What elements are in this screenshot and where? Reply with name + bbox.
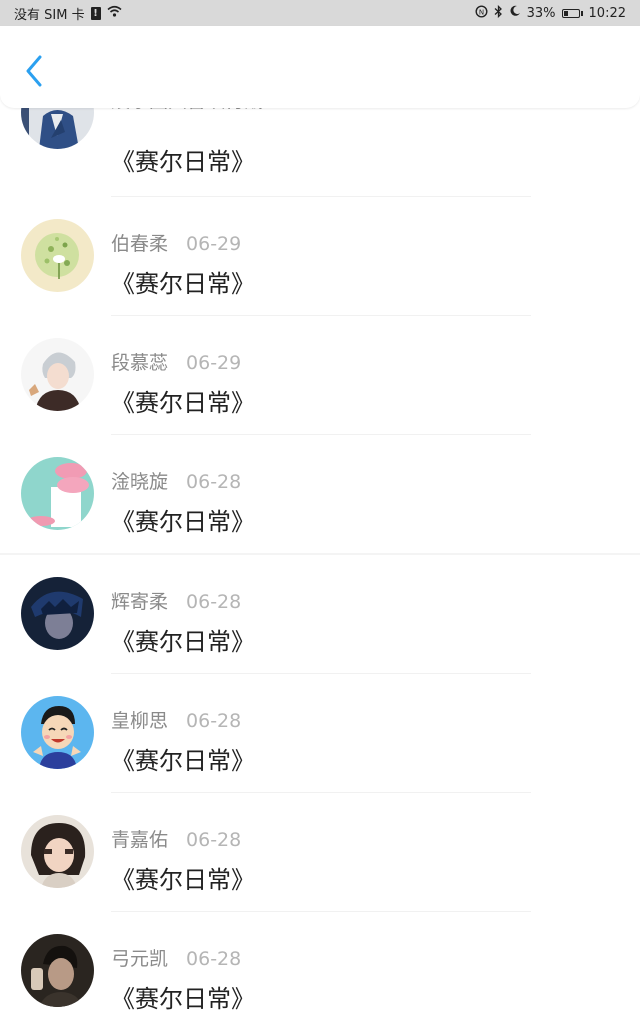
avatar[interactable] [21, 577, 94, 651]
back-button[interactable] [14, 50, 54, 96]
top-nav-bar [0, 26, 640, 108]
post-date: 06-28 [186, 470, 242, 493]
post-title[interactable]: 《赛尔日常》 [111, 142, 255, 177]
list-section: 娱乐圈只喜欢肖战 07-01 《赛尔日常》 [0, 80, 640, 554]
item-header: 辉寄柔 06-28 [111, 587, 241, 614]
post-date: 06-28 [186, 828, 242, 851]
post-title[interactable]: 《赛尔日常》 [111, 383, 255, 418]
avatar[interactable] [21, 933, 94, 1007]
chevron-left-icon [25, 55, 43, 91]
svg-text:N: N [479, 8, 484, 16]
post-date: 06-29 [186, 233, 242, 255]
data-saver-icon: N [475, 4, 488, 22]
post-title[interactable]: 《赛尔日常》 [111, 979, 255, 1014]
list-item[interactable]: 青嘉佑 06-28 《赛尔日常》 [0, 793, 640, 912]
post-title[interactable]: 《赛尔日常》 [111, 741, 255, 776]
post-title[interactable]: 《赛尔日常》 [111, 622, 255, 657]
item-header: 伯春柔 06-29 [111, 229, 241, 256]
user-name[interactable]: 伯春柔 [111, 229, 168, 256]
user-name[interactable]: 皇柳思 [111, 706, 168, 733]
status-bar: 没有 SIM 卡 ! N 33% 10:22 [0, 0, 640, 26]
post-date: 06-28 [186, 947, 242, 970]
sim-alert-icon: ! [90, 6, 101, 20]
user-name[interactable]: 弓元凯 [111, 944, 168, 971]
clock: 10:22 [588, 5, 626, 21]
user-name[interactable]: 淦晓旋 [111, 467, 168, 494]
list-item[interactable]: 皇柳思 06-28 《赛尔日常》 [0, 674, 640, 793]
bluetooth-icon [494, 4, 503, 22]
item-header: 皇柳思 06-28 [111, 706, 241, 733]
user-name[interactable]: 青嘉佑 [111, 825, 168, 852]
item-header: 段慕蕊 06-29 [111, 348, 241, 375]
status-left: 没有 SIM 卡 ! [14, 4, 122, 23]
list-item[interactable]: 淦晓旋 06-28 《赛尔日常》 [0, 435, 640, 554]
post-date: 06-28 [186, 591, 242, 614]
avatar[interactable] [21, 337, 94, 411]
list-item[interactable]: 伯春柔 06-29 《赛尔日常》 [0, 197, 640, 316]
item-header: 青嘉佑 06-28 [111, 825, 241, 852]
list-item[interactable]: 段慕蕊 06-29 《赛尔日常》 [0, 316, 640, 435]
post-title[interactable]: 《赛尔日常》 [111, 264, 255, 299]
avatar[interactable] [21, 814, 94, 888]
carrier-text: 没有 SIM 卡 [14, 7, 85, 23]
post-title[interactable]: 《赛尔日常》 [111, 860, 255, 895]
user-name[interactable]: 段慕蕊 [111, 348, 168, 375]
battery-icon [561, 8, 583, 18]
wifi-icon [107, 5, 122, 21]
item-header: 淦晓旋 06-28 [111, 467, 241, 494]
post-title[interactable]: 《赛尔日常》 [111, 502, 255, 537]
moon-icon [509, 5, 521, 21]
status-right: N 33% 10:22 [475, 4, 626, 22]
list-item[interactable]: 弓元凯 06-28 《赛尔日常》 [0, 912, 640, 1024]
post-date: 06-28 [186, 710, 242, 732]
list-section: 辉寄柔 06-28 《赛尔日常》 皇柳思 06-28 《赛尔日常》 青嘉佑 06… [0, 555, 640, 1024]
item-header: 弓元凯 06-28 [111, 944, 241, 971]
post-list[interactable]: 娱乐圈只喜欢肖战 07-01 《赛尔日常》 [0, 80, 640, 1024]
avatar[interactable] [21, 696, 94, 769]
user-name[interactable]: 辉寄柔 [111, 587, 168, 614]
battery-percent: 33% [526, 5, 556, 21]
post-date: 06-29 [186, 351, 242, 374]
avatar[interactable] [21, 456, 94, 530]
avatar[interactable] [21, 219, 94, 292]
list-item[interactable]: 辉寄柔 06-28 《赛尔日常》 [0, 555, 640, 674]
